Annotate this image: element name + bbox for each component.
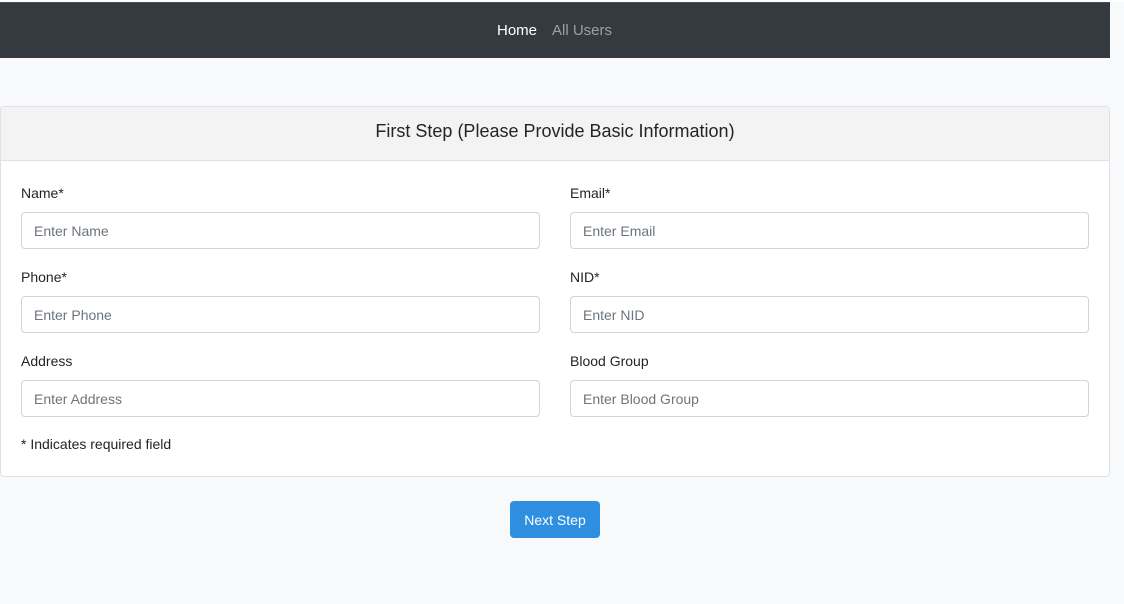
email-label: Email* [570,185,611,201]
name-input[interactable] [21,212,540,249]
nav-link-all-users[interactable]: All Users [552,22,612,40]
basic-info-card: First Step (Please Provide Basic Informa… [0,106,1110,477]
blood-group-label: Blood Group [570,353,649,369]
nav-link-home[interactable]: Home [497,22,537,40]
navbar: Home All Users [0,2,1110,58]
phone-label: Phone* [21,269,67,285]
name-label: Name* [21,185,64,201]
card-header: First Step (Please Provide Basic Informa… [1,107,1109,161]
required-field-note: * Indicates required field [21,436,172,452]
blood-group-input[interactable] [570,380,1089,417]
card-title: First Step (Please Provide Basic Informa… [375,121,735,141]
nid-input[interactable] [570,296,1089,333]
phone-input[interactable] [21,296,540,333]
address-label: Address [21,353,73,369]
email-input[interactable] [570,212,1089,249]
address-input[interactable] [21,380,540,417]
nid-label: NID* [570,269,600,285]
next-step-button[interactable]: Next Step [510,501,600,538]
